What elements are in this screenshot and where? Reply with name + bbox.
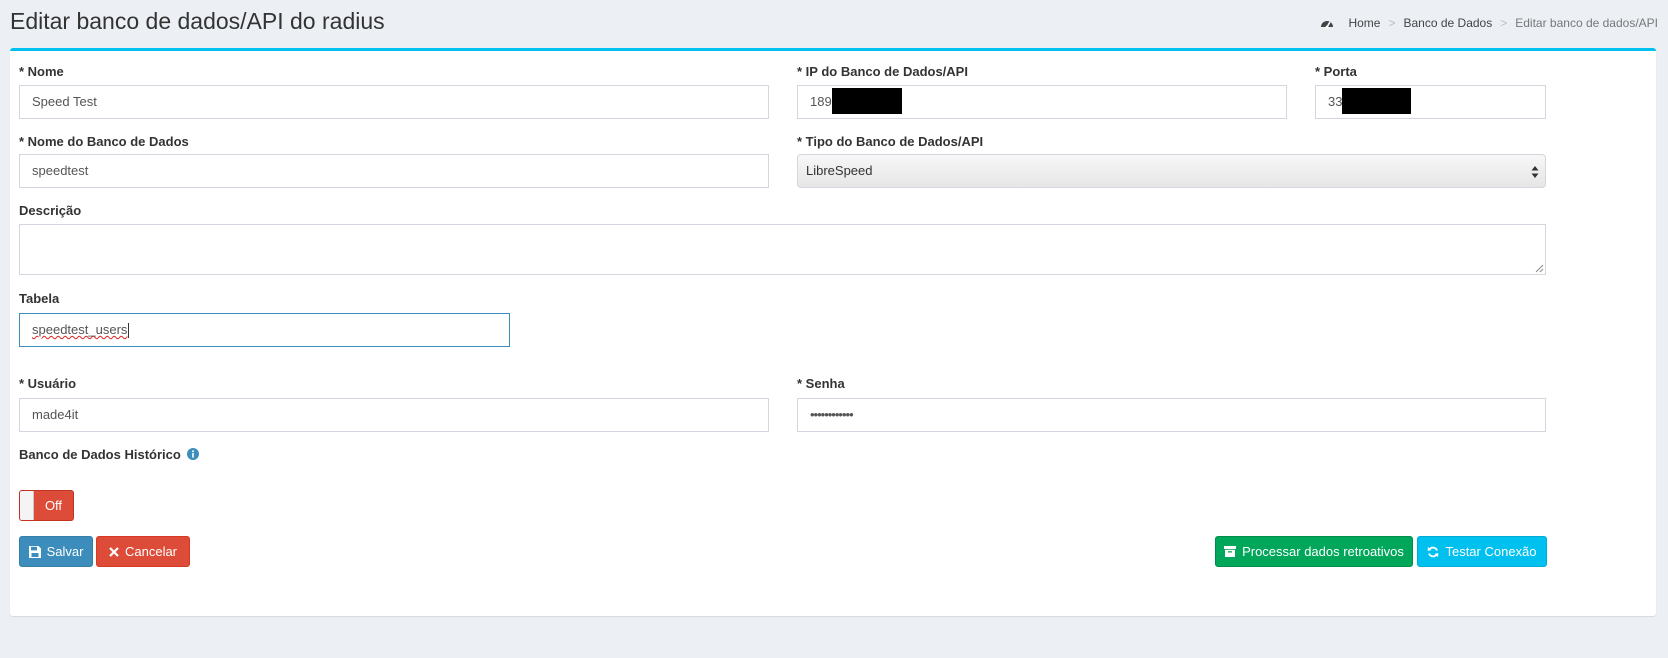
nome-banco-label: * Nome do Banco de Dados bbox=[19, 134, 189, 149]
ip-input[interactable]: 189 bbox=[797, 85, 1287, 119]
test-connection-button[interactable]: Testar Conexão bbox=[1417, 536, 1547, 567]
senha-label: * Senha bbox=[797, 376, 845, 391]
test-connection-button-label: Testar Conexão bbox=[1445, 544, 1537, 559]
resize-grip-icon[interactable] bbox=[1535, 264, 1544, 273]
cancel-button-label: Cancelar bbox=[124, 544, 178, 559]
process-button-label: Processar dados retroativos bbox=[1242, 544, 1404, 559]
nome-label: * Nome bbox=[19, 64, 64, 79]
senha-input[interactable]: •••••••••••• bbox=[797, 398, 1546, 432]
text-caret bbox=[128, 323, 130, 339]
tabela-input[interactable]: speedtest_users bbox=[19, 313, 510, 347]
floppy-disk-icon bbox=[28, 545, 41, 558]
historico-label: Banco de Dados Histórico bbox=[19, 447, 200, 462]
process-button[interactable]: Processar dados retroativos bbox=[1215, 536, 1413, 567]
breadcrumb-section-link[interactable]: Banco de Dados bbox=[1403, 16, 1492, 30]
tipo-selected-value: LibreSpeed bbox=[806, 163, 873, 178]
info-icon[interactable] bbox=[187, 448, 200, 460]
archive-icon bbox=[1224, 546, 1237, 557]
save-button[interactable]: Salvar bbox=[19, 536, 93, 567]
save-button-label: Salvar bbox=[46, 544, 84, 559]
tabela-value: speedtest_users bbox=[32, 322, 128, 337]
page-title: Editar banco de dados/API do radius bbox=[10, 8, 385, 34]
porta-label: * Porta bbox=[1315, 64, 1357, 79]
tipo-select[interactable]: LibreSpeed bbox=[797, 154, 1546, 188]
ip-value: 189 bbox=[810, 94, 832, 109]
historico-toggle[interactable]: Off bbox=[19, 490, 74, 521]
redacted-block bbox=[1342, 88, 1412, 115]
nome-banco-input[interactable]: speedtest bbox=[19, 154, 769, 188]
tabela-label: Tabela bbox=[19, 291, 60, 306]
page-header: Editar banco de dados/API do radius Home… bbox=[10, 6, 1658, 40]
breadcrumb-separator: > bbox=[1388, 16, 1396, 30]
cancel-button[interactable]: Cancelar bbox=[96, 536, 190, 567]
porta-input[interactable]: 33 bbox=[1315, 85, 1546, 119]
redacted-block bbox=[831, 88, 902, 115]
ip-label: * IP do Banco de Dados/API bbox=[797, 64, 968, 79]
breadcrumb-current: Editar banco de dados/API bbox=[1515, 16, 1658, 30]
form-box: * Nome Speed Test * IP do Banco de Dados… bbox=[10, 48, 1656, 616]
breadcrumb: Home > Banco de Dados > Editar banco de … bbox=[1320, 16, 1658, 30]
descricao-label: Descrição bbox=[19, 203, 82, 218]
usuario-input[interactable]: made4it bbox=[19, 398, 769, 432]
breadcrumb-separator: > bbox=[1500, 16, 1508, 30]
nome-input[interactable]: Speed Test bbox=[19, 85, 769, 119]
breadcrumb-home-link[interactable]: Home bbox=[1348, 16, 1380, 30]
usuario-label: * Usuário bbox=[19, 376, 77, 391]
select-arrows-icon bbox=[1531, 166, 1539, 178]
toggle-handle bbox=[20, 491, 34, 520]
porta-value: 33 bbox=[1328, 94, 1343, 109]
refresh-icon bbox=[1428, 546, 1439, 557]
descricao-textarea[interactable] bbox=[19, 224, 1546, 275]
dashboard-icon bbox=[1321, 21, 1334, 29]
close-icon bbox=[109, 546, 119, 557]
tipo-label: * Tipo do Banco de Dados/API bbox=[797, 134, 984, 149]
toggle-text: Off bbox=[44, 498, 63, 513]
historico-label-text: Banco de Dados Histórico bbox=[19, 447, 181, 462]
